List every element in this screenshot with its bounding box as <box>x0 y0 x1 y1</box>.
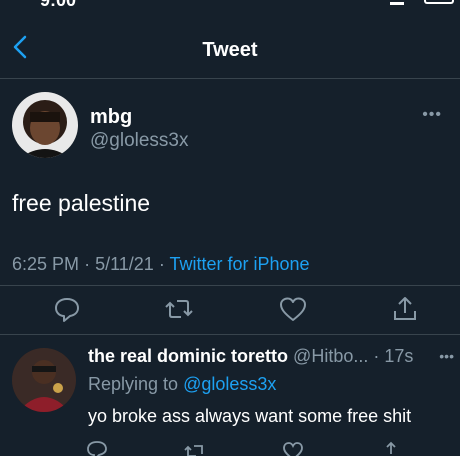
more-horizontal-icon[interactable]: ••• <box>439 348 454 364</box>
replying-label: Replying to <box>88 374 179 394</box>
status-icons <box>384 0 454 6</box>
reply-header: the real dominic toretto @Hitbo... · 17s <box>88 346 413 367</box>
like-icon[interactable] <box>278 294 308 324</box>
tweet-time: 6:25 PM <box>12 254 80 274</box>
like-icon[interactable] <box>282 440 304 456</box>
reply-author-handle[interactable]: @Hitbo... <box>293 346 368 366</box>
reply-actions <box>0 440 460 456</box>
status-time: 9:00 <box>40 0 77 10</box>
tweet-source-link[interactable]: Twitter for iPhone <box>169 254 309 274</box>
signal-icon <box>390 0 404 5</box>
meta-separator: · <box>84 254 96 274</box>
author-name[interactable]: mbg <box>90 106 132 129</box>
tweet-actions <box>0 292 460 328</box>
share-icon[interactable] <box>390 294 420 324</box>
replying-to: Replying to @gloless3x <box>88 374 276 395</box>
battery-icon <box>424 0 454 4</box>
divider <box>0 334 460 335</box>
header-bar: Tweet <box>0 20 460 79</box>
replying-to-handle[interactable]: @gloless3x <box>183 374 276 394</box>
reply-time: 17s <box>384 346 414 366</box>
reply-text: yo broke ass always want some free shit <box>88 406 412 426</box>
retweet-icon[interactable] <box>184 440 206 456</box>
status-bar: 9:00 <box>0 0 460 10</box>
reply-tweet[interactable]: the real dominic toretto @Hitbo... · 17s… <box>0 342 460 456</box>
author-handle[interactable]: @gloless3x <box>90 130 189 152</box>
tweet-meta: 6:25 PM · 5/11/21 · Twitter for iPhone <box>12 254 310 275</box>
meta-separator: · <box>158 254 170 274</box>
retweet-icon[interactable] <box>164 294 194 324</box>
reply-icon[interactable] <box>86 440 108 456</box>
divider <box>0 285 460 286</box>
avatar[interactable] <box>12 92 78 158</box>
meta-separator: · <box>373 346 385 366</box>
more-horizontal-icon[interactable]: ••• <box>422 106 442 124</box>
avatar[interactable] <box>12 348 76 412</box>
reply-icon[interactable] <box>52 294 82 324</box>
share-icon[interactable] <box>380 440 402 456</box>
tweet-author: mbg @gloless3x ••• <box>12 92 452 162</box>
page-title: Tweet <box>202 39 258 61</box>
tweet-date: 5/11/21 <box>95 254 154 274</box>
tweet-text: free palestine <box>12 190 151 216</box>
reply-author-name[interactable]: the real dominic toretto <box>88 346 288 366</box>
